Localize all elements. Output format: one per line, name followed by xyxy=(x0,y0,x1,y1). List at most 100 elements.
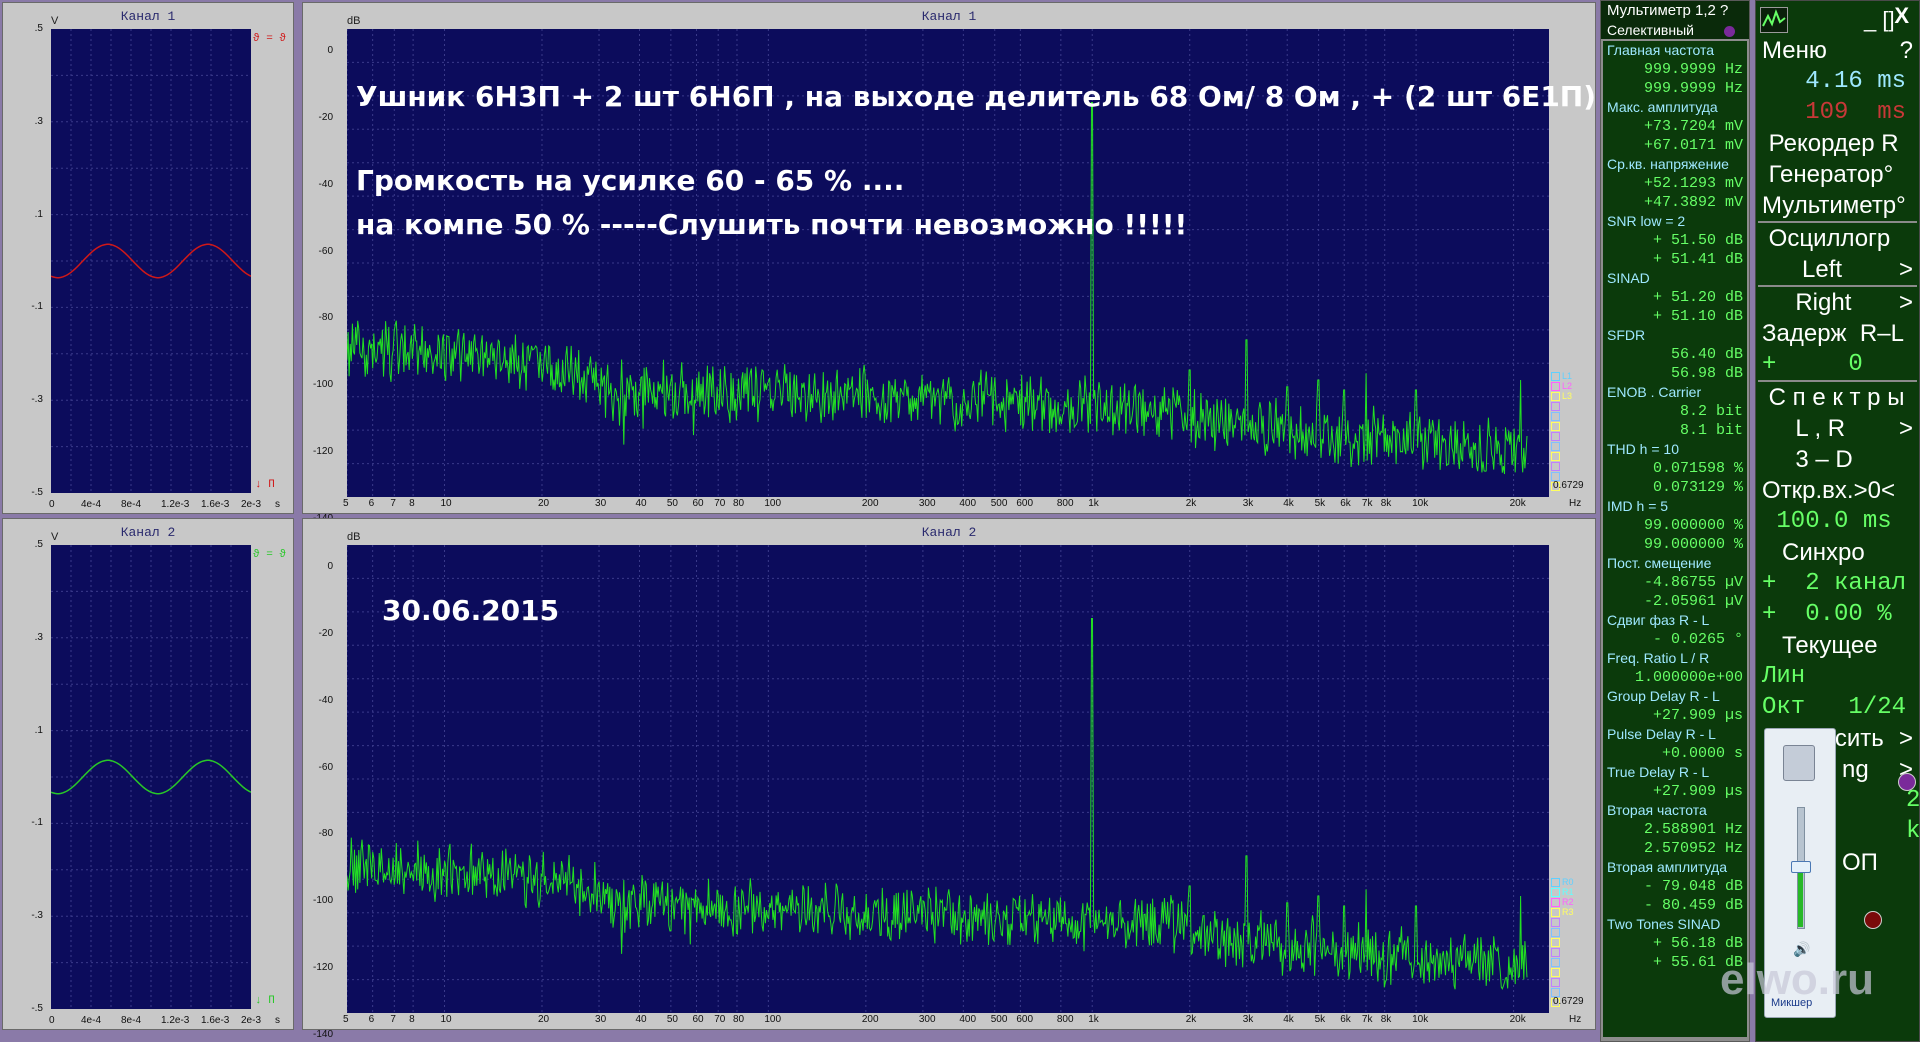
x-tick-label: 50 xyxy=(666,1014,678,1025)
measurement-label[interactable]: Вторая частота xyxy=(1603,801,1747,820)
legend-empty-slot[interactable] xyxy=(1551,977,1574,987)
legend-empty-slot[interactable] xyxy=(1551,431,1572,441)
spectrum-channel-1-window[interactable]: Канал 1 dB L1 L2 L3 0.6729 Hz 0 -20 -40 -60 -8… xyxy=(302,2,1596,524)
x-tick-label: 10k xyxy=(1412,1014,1429,1025)
legend-empty-slot[interactable] xyxy=(1551,927,1574,937)
legend-empty-slot[interactable] xyxy=(1551,947,1574,957)
measurement-label[interactable]: Макс. амплитуда xyxy=(1603,98,1747,117)
menu-item[interactable]: Осциллогр xyxy=(1756,223,1919,254)
measurement-label[interactable]: SNR low = 2 xyxy=(1603,212,1747,231)
menu-item[interactable]: Задерж R–L xyxy=(1756,318,1919,349)
sync-indicator[interactable]: ϑ = ϑ xyxy=(253,549,286,561)
x-tick-label: 40 xyxy=(635,498,647,509)
measurement-value: +73.7204 mV xyxy=(1643,118,1743,135)
close-icon[interactable]: X xyxy=(1894,3,1909,29)
menu-value[interactable]: + 2 канал xyxy=(1756,568,1919,599)
legend-empty-slot[interactable] xyxy=(1551,917,1574,927)
measurement-label[interactable]: Пост. смещение xyxy=(1603,554,1747,573)
oscilloscope-plot[interactable] xyxy=(51,545,251,1009)
menu-item[interactable]: Мультиметр° xyxy=(1756,190,1919,221)
y-tick-label: .3 xyxy=(34,115,43,127)
legend-item[interactable]: L3 xyxy=(1551,391,1572,401)
x-tick-label: 200 xyxy=(861,498,879,509)
multimeter-panel[interactable]: Мультиметр 1,2 ? Селективный Главная час… xyxy=(1600,0,1750,1042)
x-tick-label: 5k xyxy=(1314,1014,1326,1025)
measurement-label[interactable]: SFDR xyxy=(1603,326,1747,345)
speaker-device-icon[interactable] xyxy=(1783,745,1815,781)
legend-item[interactable]: L1 xyxy=(1551,371,1572,381)
legend-empty-slot[interactable] xyxy=(1551,441,1572,451)
measurement-label[interactable]: Two Tones SINAD xyxy=(1603,915,1747,934)
menu-value[interactable]: Лин 1 xyxy=(1756,661,1919,692)
legend-item[interactable]: R2 xyxy=(1551,897,1574,907)
legend-empty-slot[interactable] xyxy=(1551,967,1574,977)
menu-value[interactable]: Окт 1/24 xyxy=(1756,692,1919,723)
menu-item[interactable]: L , R > xyxy=(1756,413,1919,444)
legend-empty-slot[interactable] xyxy=(1551,451,1572,461)
menu-item[interactable]: Синхро xyxy=(1756,537,1919,568)
measurement-value: +27.909 µs xyxy=(1652,783,1743,800)
measurement-label[interactable]: IMD h = 5 xyxy=(1603,497,1747,516)
mode-toggle-icon[interactable] xyxy=(1723,25,1735,37)
legend-empty-slot[interactable] xyxy=(1551,401,1572,411)
measurement-label[interactable]: Главная частота xyxy=(1603,41,1747,60)
menu-item[interactable]: Left > xyxy=(1756,254,1919,285)
trigger-indicator[interactable]: ↓ Π xyxy=(255,479,275,491)
menu-item-label: 109 ms xyxy=(1762,99,1907,126)
volume-slider-thumb[interactable] xyxy=(1791,861,1811,873)
measurement-label[interactable]: SINAD xyxy=(1603,269,1747,288)
menu-item[interactable]: Right > xyxy=(1756,287,1919,318)
trigger-indicator[interactable]: ↓ Π xyxy=(255,995,275,1007)
oscilloscope-plot[interactable] xyxy=(51,29,251,493)
measurement-label[interactable]: True Delay R - L xyxy=(1603,763,1747,782)
record-indicator-icon[interactable] xyxy=(1898,773,1916,791)
measurement-label[interactable]: Ср.кв. напряжение xyxy=(1603,155,1747,174)
measurement-label[interactable]: Freq. Ratio L / R xyxy=(1603,649,1747,668)
app-logo-icon[interactable] xyxy=(1760,7,1788,33)
window-controls[interactable]: _ [] xyxy=(1864,7,1895,33)
measurement-label[interactable]: Сдвиг фаз R - L xyxy=(1603,611,1747,630)
menu-value[interactable]: + 0.00 % xyxy=(1756,599,1919,630)
measurement-label[interactable]: Group Delay R - L xyxy=(1603,687,1747,706)
menu-value[interactable]: 100.0 ms xyxy=(1756,506,1919,537)
menu-item[interactable]: Генератор° xyxy=(1756,159,1919,190)
legend-empty-slot[interactable] xyxy=(1551,937,1574,947)
legend-empty-slot[interactable] xyxy=(1551,461,1572,471)
x-tick-label: 6 xyxy=(368,1014,375,1025)
legend-item[interactable]: R3 xyxy=(1551,907,1574,917)
measurement-label[interactable]: THD h = 10 xyxy=(1603,440,1747,459)
x-tick-label: 400 xyxy=(959,1014,977,1025)
legend-empty-slot[interactable] xyxy=(1551,957,1574,967)
multimeter-title[interactable]: Мультиметр 1,2 ? xyxy=(1601,1,1749,21)
measurement-label[interactable]: ENOB . Carrier xyxy=(1603,383,1747,402)
y-tick-label: -120 xyxy=(312,446,333,458)
stop-indicator-icon[interactable] xyxy=(1864,911,1882,929)
x-tick-label: 4e-4 xyxy=(81,1015,102,1026)
measurement-value: +47.3892 mV xyxy=(1643,194,1743,211)
measurement-label[interactable]: Pulse Delay R - L xyxy=(1603,725,1747,744)
trace-legend[interactable]: L1 L2 L3 xyxy=(1551,371,1572,491)
menu-item[interactable]: Откр.вх.>0< xyxy=(1756,475,1919,506)
oscilloscope-channel-1-window[interactable]: Канал 1 V ϑ = ϑ ↓ Π .5 .3 .1 -.1 -.3 -.5 0 4e-… xyxy=(2,2,294,514)
menu-item[interactable]: 3 – D xyxy=(1756,444,1919,475)
legend-item[interactable]: R0 xyxy=(1551,877,1574,887)
legend-empty-slot[interactable] xyxy=(1551,421,1572,431)
y-tick-label: .3 xyxy=(34,631,43,643)
menu-value[interactable]: 4.16 ms xyxy=(1756,66,1919,97)
sync-indicator[interactable]: ϑ = ϑ xyxy=(253,33,286,45)
menu-item[interactable]: Рекордер R xyxy=(1756,128,1919,159)
multimeter-mode[interactable]: Селективный xyxy=(1601,21,1749,39)
trace-legend[interactable]: R0 R1 R2 R3 xyxy=(1551,877,1574,1007)
legend-empty-slot[interactable] xyxy=(1551,411,1572,421)
legend-item[interactable]: R1 xyxy=(1551,887,1574,897)
menu-value[interactable]: + 0 xyxy=(1756,349,1919,380)
oscilloscope-channel-2-window[interactable]: Канал 2 V ϑ = ϑ ↓ Π .5 .3 .1 -.1 -.3 -.5 0 4e-… xyxy=(2,518,294,1030)
x-tick-label: 20 xyxy=(537,498,550,509)
measurement-label[interactable]: Вторая амплитуда xyxy=(1603,858,1747,877)
menu-value[interactable]: 109 ms xyxy=(1756,97,1919,128)
menu-item[interactable]: Текущее xyxy=(1756,630,1919,661)
menu-item[interactable]: Меню? xyxy=(1756,35,1919,66)
menu-item[interactable]: С п е к т р ы xyxy=(1756,382,1919,413)
x-tick-label: 2e-3 xyxy=(241,499,262,510)
legend-item[interactable]: L2 xyxy=(1551,381,1572,391)
